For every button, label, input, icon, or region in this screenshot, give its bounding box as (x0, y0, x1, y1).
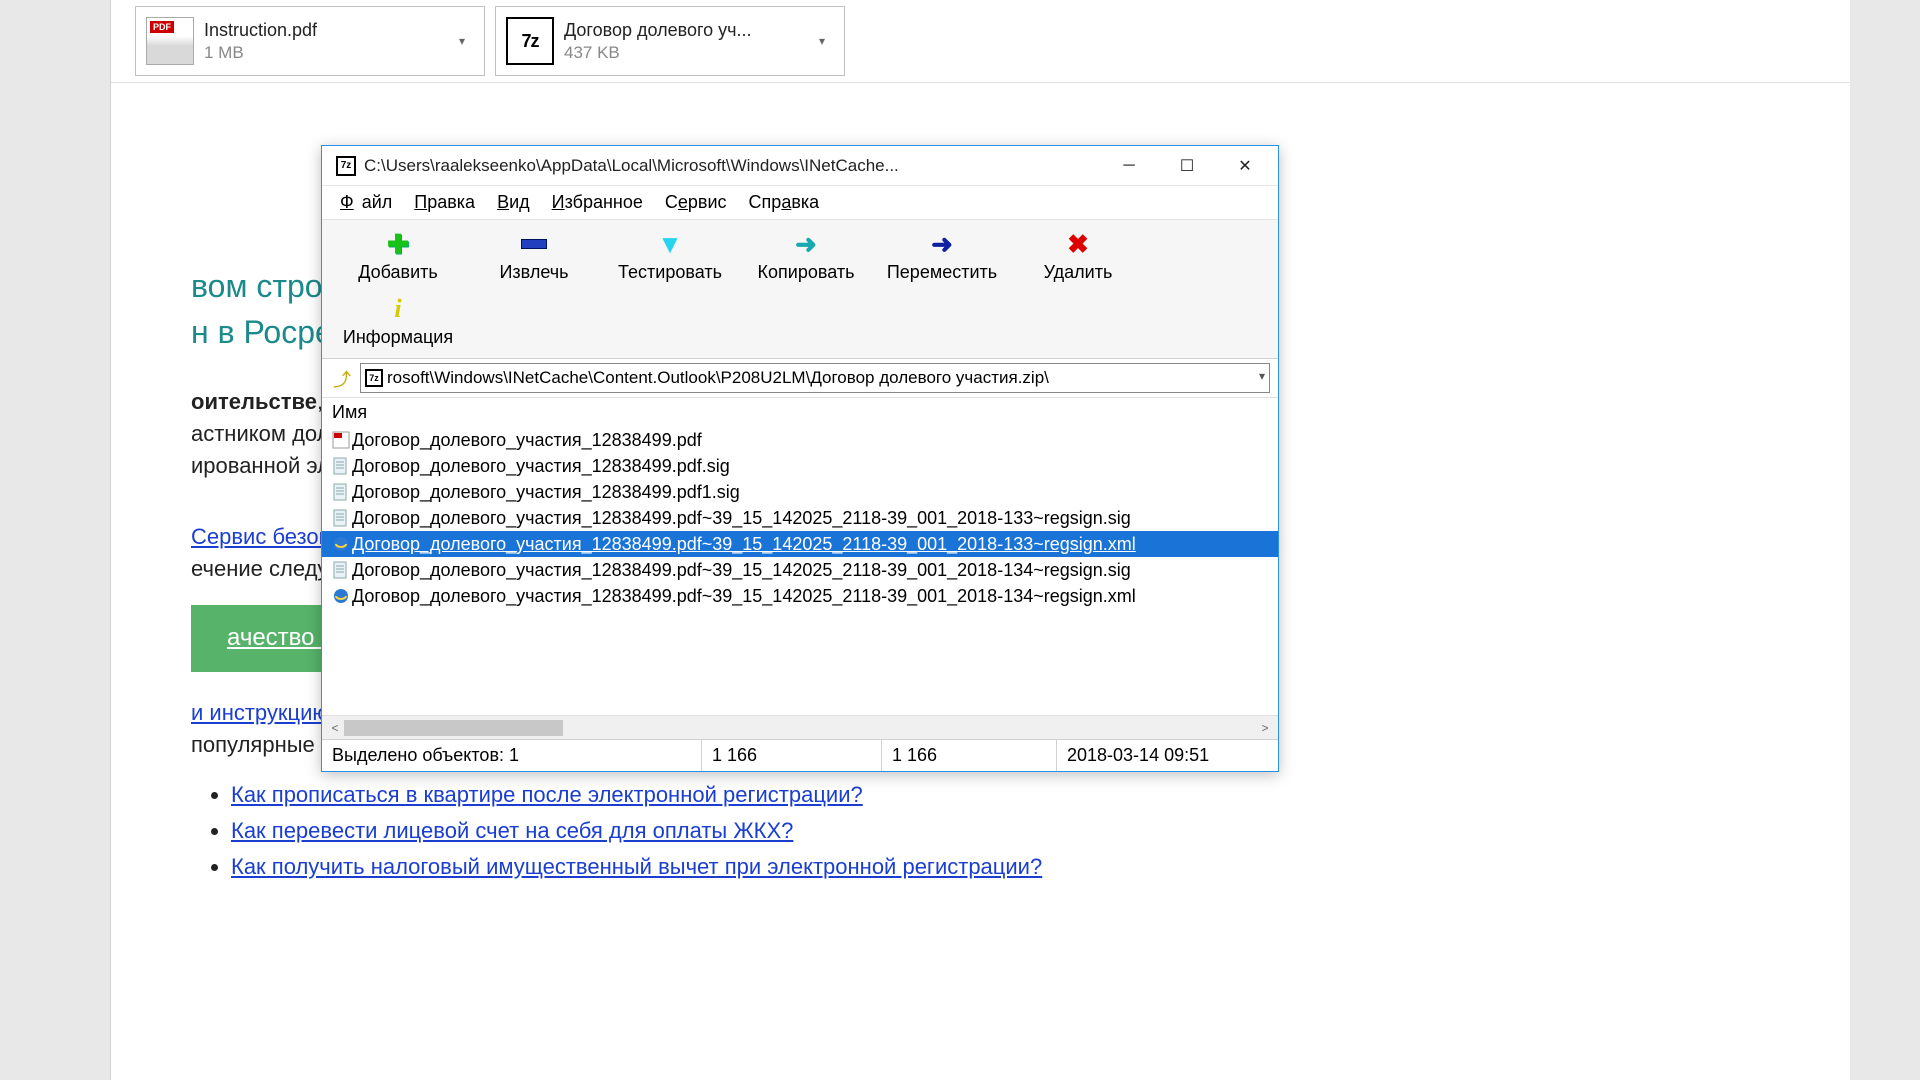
scroll-thumb[interactable] (344, 720, 563, 736)
file-row[interactable]: Договор_долевого_участия_12838499.pdf.si… (322, 453, 1278, 479)
file-list[interactable]: Договор_долевого_участия_12838499.pdf Дог… (322, 427, 1278, 715)
file-row[interactable]: Договор_долевого_участия_12838499.pdf~39… (322, 557, 1278, 583)
menubar: Файл Правка Вид Избранное Сервис Справка (322, 186, 1278, 219)
file-row[interactable]: Договор_долевого_участия_12838499.pdf~39… (322, 531, 1278, 557)
toolbar-label: Копировать (742, 262, 870, 283)
add-button[interactable]: ✚ Добавить (334, 226, 462, 287)
titlebar[interactable]: 7z C:\Users\raalekseenko\AppData\Local\M… (322, 146, 1278, 186)
sig-file-icon (330, 559, 352, 581)
file-row[interactable]: Договор_долевого_участия_12838499.pdf (322, 427, 1278, 453)
attachment-tile-pdf[interactable]: Instruction.pdf 1 MB ▾ (135, 6, 485, 76)
horizontal-scrollbar[interactable]: < > (322, 715, 1278, 739)
arrow-right-icon: ➜ (795, 229, 817, 260)
extract-button[interactable]: Извлечь (470, 226, 598, 287)
pdf-icon (146, 17, 194, 65)
move-button[interactable]: ➜ Переместить (878, 226, 1006, 287)
menu-favorites[interactable]: Избранное (548, 190, 647, 215)
path-bar: ⤴ 7z rosoft\Windows\INetCache\Content.Ou… (322, 359, 1278, 397)
attachment-name: Договор долевого уч... (564, 20, 810, 41)
attachment-size: 1 MB (204, 43, 450, 63)
menu-help[interactable]: Справка (745, 190, 824, 215)
close-button[interactable]: ✕ (1216, 148, 1274, 184)
menu-file[interactable]: Файл (336, 190, 396, 215)
plus-icon: ✚ (387, 229, 409, 260)
list-column-header[interactable]: Имя (322, 397, 1278, 427)
statusbar: Выделено объектов: 1 1 166 1 166 2018-03… (322, 739, 1278, 771)
instruction-link[interactable]: и инструкцию (191, 700, 329, 725)
up-folder-button[interactable]: ⤴ (330, 366, 354, 390)
faq-link[interactable]: Как прописаться в квартире после электро… (231, 782, 863, 807)
pdf-file-icon (330, 429, 352, 451)
copy-button[interactable]: ➜ Копировать (742, 226, 870, 287)
sevenzip-icon: 7z (336, 156, 356, 176)
attachment-dropdown[interactable]: ▾ (810, 34, 834, 48)
menu-tools[interactable]: Сервис (661, 190, 731, 215)
minus-icon (521, 239, 547, 249)
toolbar-label: Информация (334, 327, 462, 348)
attachment-size: 437 KB (564, 43, 810, 63)
info-button[interactable]: i Информация (334, 291, 462, 352)
sevenzip-icon: 7z (506, 17, 554, 65)
menu-view[interactable]: Вид (493, 190, 534, 215)
window-title: C:\Users\raalekseenko\AppData\Local\Micr… (364, 156, 1100, 176)
test-button[interactable]: ▼ Тестировать (606, 226, 734, 287)
faq-link[interactable]: Как перевести лицевой счет на себя для о… (231, 818, 793, 843)
attachments-bar: Instruction.pdf 1 MB ▾ 7z Договор долево… (111, 0, 1850, 83)
sig-file-icon (330, 507, 352, 529)
status-size: 1 166 (702, 740, 882, 771)
file-name: Договор_долевого_участия_12838499.pdf~39… (352, 534, 1136, 555)
arrow-right-icon: ➜ (931, 229, 953, 260)
scroll-left-arrow[interactable]: < (326, 721, 344, 735)
faq-question-list: Как прописаться в квартире после электро… (231, 779, 1770, 883)
attachment-tile-zip[interactable]: 7z Договор долевого уч... 437 KB ▾ (495, 6, 845, 76)
minimize-button[interactable]: ─ (1100, 148, 1158, 184)
file-name: Договор_долевого_участия_12838499.pdf~39… (352, 586, 1136, 607)
status-selection: Выделено объектов: 1 (322, 740, 702, 771)
file-row[interactable]: Договор_долевого_участия_12838499.pdf1.s… (322, 479, 1278, 505)
path-text: rosoft\Windows\INetCache\Content.Outlook… (387, 368, 1243, 388)
path-combobox[interactable]: 7z rosoft\Windows\INetCache\Content.Outl… (360, 363, 1270, 393)
sevenzip-window: 7z C:\Users\raalekseenko\AppData\Local\M… (321, 145, 1279, 772)
sig-file-icon (330, 455, 352, 477)
attachment-dropdown[interactable]: ▾ (450, 34, 474, 48)
faq-link[interactable]: Как получить налоговый имущественный выч… (231, 854, 1042, 879)
info-icon: i (394, 294, 401, 324)
file-name: Договор_долевого_участия_12838499.pdf~39… (352, 508, 1131, 529)
file-name: Договор_долевого_участия_12838499.pdf1.s… (352, 482, 740, 503)
file-name: Договор_долевого_участия_12838499.pdf.si… (352, 456, 730, 477)
body-bold: оительстве (191, 389, 317, 414)
toolbar-label: Тестировать (606, 262, 734, 283)
menu-edit[interactable]: Правка (410, 190, 479, 215)
toolbar: ✚ Добавить Извлечь ▼ Тестировать ➜ Копир… (322, 219, 1278, 359)
file-name: Договор_долевого_участия_12838499.pdf (352, 430, 702, 451)
xml-file-icon (330, 585, 352, 607)
scroll-track[interactable] (344, 720, 1256, 736)
file-row[interactable]: Договор_долевого_участия_12838499.pdf~39… (322, 505, 1278, 531)
xml-file-icon (330, 533, 352, 555)
attachment-name: Instruction.pdf (204, 20, 450, 41)
status-packed-size: 1 166 (882, 740, 1057, 771)
toolbar-label: Удалить (1014, 262, 1142, 283)
file-name: Договор_долевого_участия_12838499.pdf~39… (352, 560, 1131, 581)
list-item: Как прописаться в квартире после электро… (231, 779, 1770, 811)
toolbar-label: Добавить (334, 262, 462, 283)
sevenzip-icon: 7z (365, 369, 383, 387)
maximize-button[interactable]: ☐ (1158, 148, 1216, 184)
window-controls: ─ ☐ ✕ (1100, 148, 1274, 184)
chevron-down-icon[interactable]: ▾ (1259, 369, 1265, 383)
toolbar-label: Переместить (878, 262, 1006, 283)
scroll-right-arrow[interactable]: > (1256, 721, 1274, 735)
toolbar-label: Извлечь (470, 262, 598, 283)
x-icon: ✖ (1067, 229, 1089, 260)
file-row[interactable]: Договор_долевого_участия_12838499.pdf~39… (322, 583, 1278, 609)
list-item: Как получить налоговый имущественный выч… (231, 851, 1770, 883)
delete-button[interactable]: ✖ Удалить (1014, 226, 1142, 287)
status-date: 2018-03-14 09:51 (1057, 740, 1278, 771)
list-item: Как перевести лицевой счет на себя для о… (231, 815, 1770, 847)
arrow-down-icon: ▼ (657, 229, 683, 260)
sig-file-icon (330, 481, 352, 503)
